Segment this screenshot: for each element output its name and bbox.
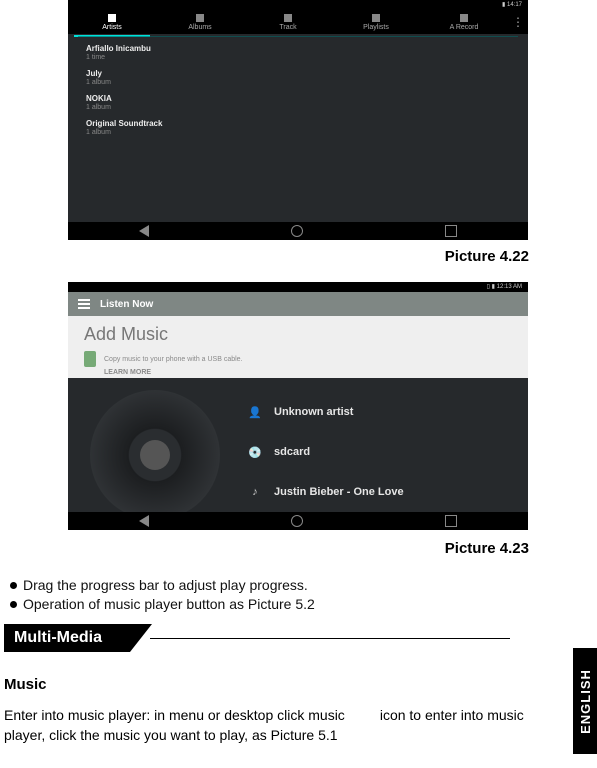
bullet-item: Drag the progress bar to adjust play pro…: [10, 576, 315, 595]
tab-label: Track: [279, 24, 296, 31]
tab-underline: [78, 36, 518, 37]
tab-label: Artists: [102, 24, 121, 31]
disc-icon: [196, 14, 204, 22]
nav-back-icon[interactable]: [139, 225, 149, 237]
nav-back-icon[interactable]: [139, 515, 149, 527]
usb-android-icon: [84, 351, 96, 367]
artist-name: July: [86, 69, 518, 78]
status-time: 14:17: [507, 2, 522, 8]
battery-icon: ▮: [502, 2, 505, 8]
tab-artists[interactable]: Artists: [68, 14, 156, 31]
list-icon: [372, 14, 380, 22]
nav-home-icon[interactable]: [291, 515, 303, 527]
tab-track[interactable]: Track: [244, 14, 332, 31]
tab-arecord[interactable]: A Record: [420, 14, 508, 31]
person-icon: 👤: [248, 405, 262, 419]
grid-icon: [460, 14, 468, 22]
note-icon: [284, 14, 292, 22]
header-title: Listen Now: [100, 299, 153, 310]
tab-playlists[interactable]: Playlists: [332, 14, 420, 31]
battery-icon: ▮: [492, 284, 495, 290]
music-tabs: Artists Albums Track Playlists A Record …: [68, 10, 528, 34]
add-music-msg: Copy music to your phone with a USB cabl…: [104, 356, 243, 363]
nav-recent-icon[interactable]: [445, 515, 457, 527]
screenshot-4-22: ▮ 14:17 Artists Albums Track Playlists A…: [68, 0, 528, 240]
overflow-menu-icon[interactable]: ⋮: [508, 10, 528, 34]
bullet-list: Drag the progress bar to adjust play pro…: [10, 576, 315, 614]
section-header: Multi-Media: [4, 624, 510, 652]
section-rule: [150, 638, 510, 639]
mic-icon: [108, 14, 116, 22]
android-navbar: [68, 512, 528, 530]
status-time: 12:13 AM: [497, 284, 522, 290]
status-bar: ▮ 14:17: [68, 0, 528, 10]
artist-name: Original Soundtrack: [86, 119, 518, 128]
learn-more-link[interactable]: LEARN MORE: [104, 369, 512, 376]
now-playing-row: 👤 Unknown artist 💿 sdcard ♪ Justin Biebe…: [68, 378, 528, 512]
artist-sub: 1 album: [86, 129, 518, 136]
side-tab-label: ENGLISH: [578, 669, 593, 734]
figure-caption: Picture 4.23: [0, 540, 529, 557]
tab-albums[interactable]: Albums: [156, 14, 244, 31]
body-paragraph: Enter into music player: in menu or desk…: [4, 706, 567, 745]
artist-row[interactable]: Original Soundtrack 1 album: [86, 119, 518, 136]
nav-home-icon[interactable]: [291, 225, 303, 237]
listen-now-header: Listen Now: [68, 292, 528, 316]
track-list: 👤 Unknown artist 💿 sdcard ♪ Justin Biebe…: [238, 378, 528, 512]
bullet-text: Operation of music player button as Pict…: [23, 595, 315, 614]
add-music-title: Add Music: [84, 324, 512, 345]
tab-label: Albums: [188, 24, 211, 31]
artist-sub: 1 album: [86, 79, 518, 86]
artist-sub: 1 album: [86, 104, 518, 111]
track-label: sdcard: [274, 446, 310, 458]
signal-icon: ▯: [487, 284, 490, 290]
track-label: Unknown artist: [274, 406, 353, 418]
track-row[interactable]: ♪ Justin Bieber - One Love: [248, 472, 518, 512]
section-title: Multi-Media: [4, 624, 152, 652]
language-side-tab: ENGLISH: [573, 648, 597, 754]
tab-label: A Record: [450, 24, 479, 31]
album-art: [68, 378, 238, 512]
screenshot-4-23: ▯ ▮ 12:13 AM Listen Now Add Music Copy m…: [68, 282, 528, 530]
artist-sub: 1 time: [86, 54, 518, 61]
artist-row[interactable]: NOKIA 1 album: [86, 94, 518, 111]
figure-caption: Picture 4.22: [0, 248, 529, 265]
track-label: Justin Bieber - One Love: [274, 486, 404, 498]
bullet-item: Operation of music player button as Pict…: [10, 595, 315, 614]
album-icon: 💿: [248, 445, 262, 459]
note-icon: ♪: [248, 485, 262, 499]
track-row[interactable]: 💿 sdcard: [248, 432, 518, 472]
track-row[interactable]: 👤 Unknown artist: [248, 392, 518, 432]
bullet-dot-icon: [10, 582, 17, 589]
artist-name: Arfiallo Inicambu: [86, 44, 518, 53]
android-navbar: [68, 222, 528, 240]
vinyl-center-icon: [140, 440, 170, 470]
bullet-dot-icon: [10, 601, 17, 608]
artist-name: NOKIA: [86, 94, 518, 103]
tab-label: Playlists: [363, 24, 389, 31]
artist-row[interactable]: Arfiallo Inicambu 1 time: [86, 44, 518, 61]
artist-row[interactable]: July 1 album: [86, 69, 518, 86]
add-music-panel: Add Music Copy music to your phone with …: [68, 316, 528, 378]
hamburger-icon[interactable]: [78, 299, 90, 309]
status-bar: ▯ ▮ 12:13 AM: [68, 282, 528, 292]
artist-list: Arfiallo Inicambu 1 time July 1 album NO…: [86, 44, 518, 144]
nav-recent-icon[interactable]: [445, 225, 457, 237]
bullet-text: Drag the progress bar to adjust play pro…: [23, 576, 308, 595]
subheading-music: Music: [4, 676, 47, 693]
para-part-a: Enter into music player: in menu or desk…: [4, 707, 345, 723]
